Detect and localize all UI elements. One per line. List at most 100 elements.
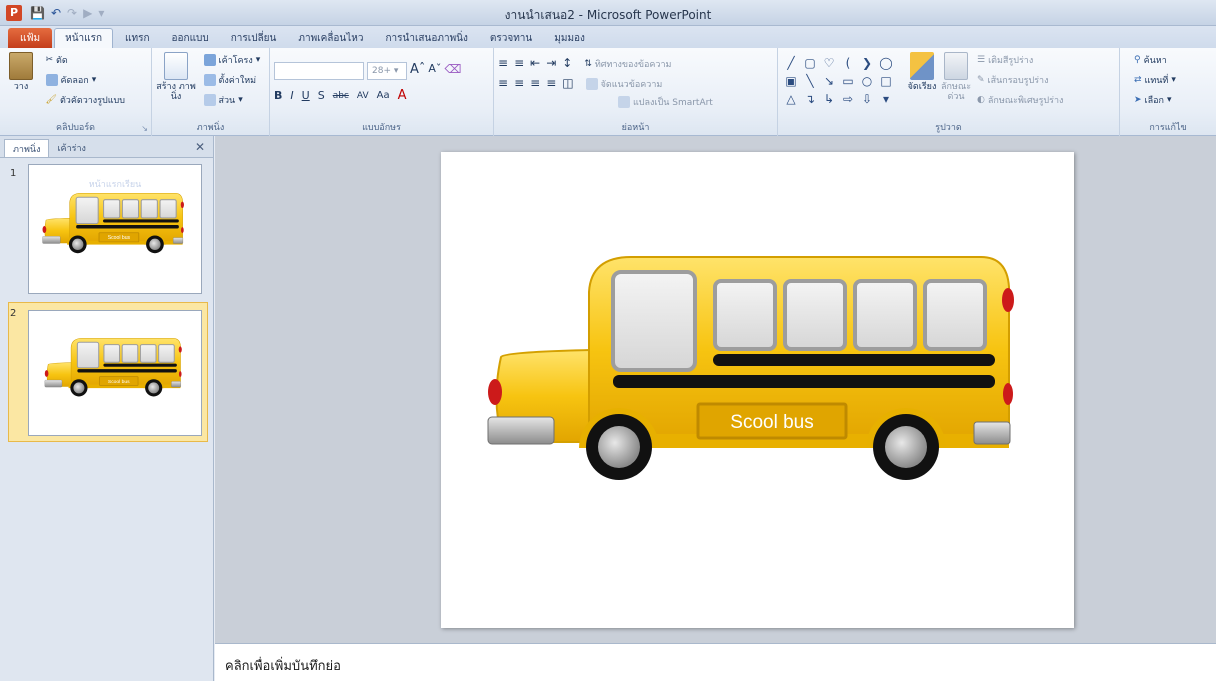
shrink-font-icon[interactable]: Aˇ: [428, 62, 441, 80]
justify-icon[interactable]: ≡: [546, 76, 556, 92]
heart-shape-icon[interactable]: ♡: [820, 54, 838, 71]
tab-review[interactable]: ตรวจทาน: [480, 28, 542, 48]
notes-placeholder[interactable]: คลิกเพื่อเพิ่มบันทึกย่อ: [225, 655, 341, 676]
arrange-button[interactable]: จัดเรียง: [905, 52, 939, 108]
cut-button[interactable]: ✂ ตัด: [46, 52, 125, 68]
down-arrow-shape-icon[interactable]: ⇩: [858, 90, 876, 107]
tab-animations[interactable]: ภาพเคลื่อนไหว: [288, 28, 373, 48]
bullets-icon[interactable]: ≡: [498, 56, 508, 72]
decrease-indent-icon[interactable]: ⇤: [530, 56, 540, 72]
tab-slides[interactable]: ภาพนิ่ง: [4, 139, 50, 157]
diagonal-line-icon[interactable]: ╲: [801, 72, 819, 89]
character-spacing-icon[interactable]: AV: [357, 91, 369, 101]
shapes-gallery[interactable]: ╱ ▢ ♡ ( ❯ ◯ ▣ ╲ ↘ ▭ ○ □ △ ↴ ↳ ⇨ ⇩ ▾: [782, 54, 895, 108]
new-slide-button[interactable]: สร้าง ภาพนิ่ง: [156, 52, 196, 102]
bracket-shape-icon[interactable]: (: [839, 54, 857, 71]
paste-icon: [9, 52, 33, 80]
font-color-icon[interactable]: A: [398, 88, 407, 103]
text-direction-icon: ⇅: [584, 59, 592, 69]
tab-design[interactable]: ออกแบบ: [162, 28, 219, 48]
tab-slideshow[interactable]: การนำเสนอภาพนิ่ง: [376, 28, 478, 48]
find-button[interactable]: ⚲ ค้นหา: [1134, 52, 1176, 68]
ribbon-tabs: แฟ้ม หน้าแรก แทรก ออกแบบ การเปลี่ยน ภาพเ…: [0, 26, 1216, 48]
editing-group: ⚲ ค้นหา ⇄ แทนที่ ▾ ➤ เลือก ▾ การแก้ไข: [1120, 48, 1216, 136]
slide-thumbnail-2[interactable]: Scool bus: [28, 310, 202, 436]
font-name-input[interactable]: [274, 62, 364, 80]
more-shapes-icon[interactable]: ▾: [877, 90, 895, 107]
layout-button[interactable]: เค้าโครง ▾: [203, 52, 260, 68]
tab-file[interactable]: แฟ้ม: [8, 28, 53, 48]
columns-icon[interactable]: ◫: [562, 76, 573, 92]
align-left-icon[interactable]: ≡: [498, 76, 508, 92]
align-center-icon[interactable]: ≡: [514, 76, 524, 92]
line-spacing-icon[interactable]: ↕: [562, 56, 572, 72]
chevron-shape-icon[interactable]: ❯: [858, 54, 876, 71]
tab-home[interactable]: หน้าแรก: [54, 28, 114, 48]
reset-button[interactable]: ตั้งค่าใหม่: [203, 72, 261, 88]
align-right-icon[interactable]: ≡: [530, 76, 540, 92]
paintbrush-icon: 🖌: [45, 95, 57, 105]
font-group: 28+ ▾ Aˆ Aˇ ⌫ B I U S abc AV Aa A แบบอัก…: [270, 48, 494, 136]
text-direction-button[interactable]: ⇅ ทิศทางของข้อความ: [584, 56, 671, 72]
tab-view[interactable]: มุมมอง: [544, 28, 595, 48]
rectangle-shape-icon[interactable]: ▢: [801, 54, 819, 71]
right-arrow-shape-icon[interactable]: ⇨: [839, 90, 857, 107]
pane-tabs: ภาพนิ่ง เค้าร่าง ✕: [0, 136, 213, 158]
change-case-icon[interactable]: Aa: [377, 90, 390, 101]
underline-icon[interactable]: U: [302, 89, 310, 102]
select-button[interactable]: ➤ เลือก ▾: [1134, 92, 1176, 108]
slide-number: 1: [10, 168, 17, 179]
bus-sign-label: Scool bus: [108, 379, 130, 385]
textbox-shape-icon[interactable]: ▣: [782, 72, 800, 89]
elbow-connector-icon[interactable]: ↳: [820, 90, 838, 107]
paragraph-group-label: ย่อหน้า: [621, 123, 650, 133]
increase-indent-icon[interactable]: ⇥: [546, 56, 556, 72]
slide-thumbnail-1[interactable]: หน้าแรกเรียน Scool bus: [28, 164, 202, 294]
clear-formatting-icon[interactable]: ⌫: [444, 62, 461, 80]
notes-pane[interactable]: คลิกเพื่อเพิ่มบันทึกย่อ: [215, 643, 1216, 681]
bus-sign-label: Scool bus: [108, 235, 131, 241]
italic-icon[interactable]: I: [290, 89, 293, 102]
replace-button[interactable]: ⇄ แทนที่ ▾: [1134, 72, 1176, 88]
shadow-icon[interactable]: S: [318, 89, 325, 102]
replace-icon: ⇄: [1134, 75, 1142, 85]
align-text-button[interactable]: จัดแนวข้อความ: [585, 76, 662, 92]
tab-outline[interactable]: เค้าร่าง: [49, 139, 93, 157]
school-bus-image[interactable]: Scool bus: [441, 152, 1074, 628]
strikethrough-icon[interactable]: abc: [333, 91, 349, 101]
bus-thumbnail-image: Scool bus: [44, 337, 183, 397]
triangle-shape-icon[interactable]: △: [782, 90, 800, 107]
paste-button[interactable]: วาง: [4, 52, 38, 92]
section-icon: [203, 94, 216, 106]
arrow-line-icon[interactable]: ↘: [820, 72, 838, 89]
current-slide[interactable]: Scool bus: [441, 152, 1074, 628]
font-size-input[interactable]: 28+ ▾: [367, 62, 407, 80]
format-painter-button[interactable]: 🖌 ตัวคัดวางรูปแบบ: [46, 92, 125, 108]
close-icon[interactable]: ✕: [195, 140, 205, 154]
oval-shape-icon[interactable]: ◯: [877, 54, 895, 71]
square-shape-icon[interactable]: □: [877, 72, 895, 89]
grow-font-icon[interactable]: Aˆ: [410, 62, 425, 80]
shape-fill-button[interactable]: ☰ เติมสีรูปร่าง: [977, 52, 1063, 68]
numbering-icon[interactable]: ≡: [514, 56, 524, 72]
connector-icon[interactable]: ↴: [801, 90, 819, 107]
line-shape-icon[interactable]: ╱: [782, 54, 800, 71]
slides-group-label: ภาพนิ่ง: [196, 123, 225, 133]
cursor-icon: ➤: [1134, 95, 1142, 105]
copy-button[interactable]: คัดลอก ▾: [45, 72, 125, 88]
shape-outline-button[interactable]: ✎ เส้นกรอบรูปร่าง: [977, 72, 1063, 88]
bold-icon[interactable]: B: [274, 89, 282, 102]
align-text-icon: [585, 78, 598, 90]
drawing-group: ╱ ▢ ♡ ( ❯ ◯ ▣ ╲ ↘ ▭ ○ □ △ ↴ ↳ ⇨ ⇩ ▾ จัดเ…: [778, 48, 1120, 136]
smartart-button[interactable]: แปลงเป็น SmartArt: [618, 94, 773, 110]
dialog-launcher-icon[interactable]: ↘: [141, 124, 148, 133]
tab-insert[interactable]: แทรก: [115, 28, 159, 48]
tab-transitions[interactable]: การเปลี่ยน: [221, 28, 287, 48]
section-button[interactable]: ส่วน ▾: [203, 92, 261, 108]
quick-styles-button[interactable]: ลักษณะด่วน: [939, 52, 973, 108]
rounded-rect-icon[interactable]: ▭: [839, 72, 857, 89]
shape-effects-button[interactable]: ◐ ลักษณะพิเศษรูปร่าง: [977, 92, 1063, 108]
clipboard-group: วาง ✂ ตัด คัดลอก ▾ 🖌 ตัวคัดวางรูปแบบ คลิปบ…: [0, 48, 152, 136]
circle-shape-icon[interactable]: ○: [858, 72, 876, 89]
effects-icon: ◐: [977, 95, 985, 105]
